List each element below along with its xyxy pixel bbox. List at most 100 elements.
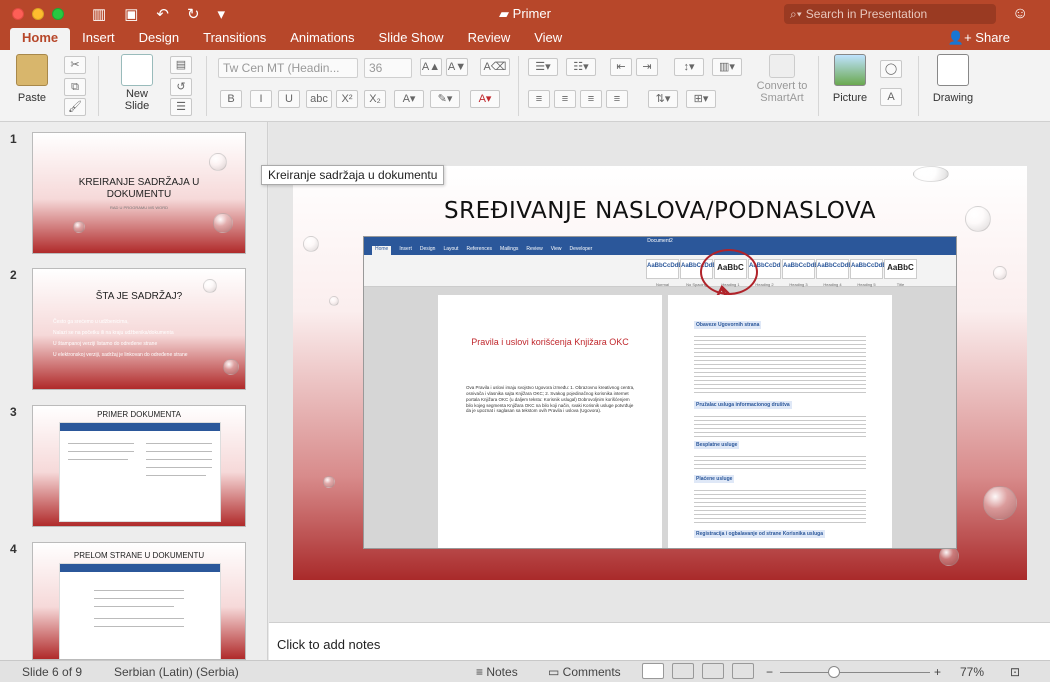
reading-view-button[interactable] xyxy=(702,663,724,679)
slide-thumbnails-panel[interactable]: 1 KREIRANJE SADRŽAJA U DOKUMENTU RAD U P… xyxy=(0,122,268,660)
search-input[interactable]: ⌕▾ Search in Presentation xyxy=(784,4,996,24)
doc-heading: Plaćene usluge xyxy=(694,475,735,483)
text-box-icon[interactable]: A xyxy=(880,88,902,106)
new-slide-button[interactable]: New Slide xyxy=(112,54,162,112)
powerpoint-icon: ▰ xyxy=(499,6,513,21)
format-painter-icon[interactable]: 🖌 xyxy=(64,98,86,116)
slide-editor[interactable]: SREĐIVANJE NASLOVA/PODNASLOVA Document2 … xyxy=(269,122,1050,622)
separator xyxy=(98,56,99,116)
doc-text-lines xyxy=(694,453,866,471)
decrease-font-icon[interactable]: A▼ xyxy=(446,58,468,76)
doc-heading: Registracija i ogbalavanje od strane Kor… xyxy=(694,530,825,538)
drawing-button[interactable]: Drawing xyxy=(928,54,978,104)
word-doc-title: Document2 xyxy=(647,238,673,244)
zoom-level[interactable]: 77% xyxy=(960,665,984,679)
layout-icon[interactable]: ▤ xyxy=(170,56,192,74)
highlight-icon[interactable]: ✎▾ xyxy=(430,90,460,108)
font-size-select[interactable]: 36 xyxy=(364,58,412,78)
bold-button[interactable]: B xyxy=(220,90,242,108)
tab-slide-show[interactable]: Slide Show xyxy=(367,28,456,50)
font-color-icon[interactable]: A▾ xyxy=(470,90,500,108)
reset-icon[interactable]: ↺ xyxy=(170,78,192,96)
superscript-button[interactable]: X² xyxy=(336,90,358,108)
maximize-window-button[interactable] xyxy=(52,8,64,20)
save-icon[interactable]: ▣ xyxy=(124,5,138,23)
word-style-heading-5: AaBbCcDdEe xyxy=(850,259,890,279)
thumbnail-title: PRIMER DOKUMENTA xyxy=(97,410,181,419)
copy-icon[interactable]: ⧉ xyxy=(64,78,86,96)
slide-show-view-button[interactable] xyxy=(732,663,754,679)
style-sample: AaBbC xyxy=(887,263,914,272)
text-effects-icon[interactable]: A▾ xyxy=(394,90,424,108)
notes-toggle-button[interactable]: ≡ Notes xyxy=(476,665,518,679)
align-center-icon[interactable]: ≡ xyxy=(554,90,576,108)
thumbnail-screenshot xyxy=(59,563,221,659)
tab-home[interactable]: Home xyxy=(10,28,71,50)
word-screenshot-image[interactable]: Document2 Home Insert Design Layout Refe… xyxy=(363,236,957,549)
redo-icon[interactable]: ↻ xyxy=(187,5,200,23)
underline-button[interactable]: U xyxy=(278,90,300,108)
slide-number: 3 xyxy=(10,405,17,419)
zoom-slider-handle[interactable] xyxy=(828,666,840,678)
strikethrough-button[interactable]: abc xyxy=(306,90,332,108)
new-slide-icon xyxy=(121,54,153,86)
picture-button[interactable]: Picture xyxy=(828,54,872,104)
shapes-icon[interactable]: ◯ xyxy=(880,60,902,78)
font-name-select[interactable]: Tw Cen MT (Headin... xyxy=(218,58,358,78)
tab-insert[interactable]: Insert xyxy=(70,28,127,50)
sidebar-toggle-icon[interactable]: ▥ xyxy=(92,5,106,23)
search-icon: ⌕▾ xyxy=(790,6,802,21)
word-page-right: Obaveze Ugovornih strana Pružalac usluga… xyxy=(668,295,892,548)
notes-pane[interactable]: Click to add notes xyxy=(269,622,1050,660)
word-titlebar xyxy=(60,564,220,572)
close-window-button[interactable] xyxy=(12,8,24,20)
slide-thumbnail-4[interactable]: PRELOM STRANE U DOKUMENTU xyxy=(32,542,246,660)
feedback-smiley-icon[interactable]: ☺ xyxy=(1012,5,1028,23)
add-person-icon: 👤+ xyxy=(947,30,976,45)
align-left-icon[interactable]: ≡ xyxy=(528,90,550,108)
clear-format-icon[interactable]: A⌫ xyxy=(480,58,510,76)
zoom-in-icon[interactable]: + xyxy=(934,665,941,679)
normal-view-button[interactable] xyxy=(642,663,664,679)
tab-transitions[interactable]: Transitions xyxy=(191,28,278,50)
water-drop xyxy=(73,221,85,233)
tab-animations[interactable]: Animations xyxy=(278,28,366,50)
convert-smartart-button[interactable]: Convert to SmartArt xyxy=(752,54,812,104)
numbering-icon[interactable]: ☷▾ xyxy=(566,58,596,76)
tab-review[interactable]: Review xyxy=(456,28,523,50)
line-spacing-icon[interactable]: ↕▾ xyxy=(674,58,704,76)
slide-thumbnail-3[interactable]: PRIMER DOKUMENTA xyxy=(32,405,246,527)
align-right-icon[interactable]: ≡ xyxy=(580,90,602,108)
doc-body-text: Ova Pravila i uslovi imaju svojstvo Ugov… xyxy=(466,385,635,414)
align-text-icon[interactable]: ⊞▾ xyxy=(686,90,716,108)
text-direction-icon[interactable]: ⇅▾ xyxy=(648,90,678,108)
cut-icon[interactable]: ✂ xyxy=(64,56,86,74)
slide-thumbnail-2[interactable]: ŠTA JE SADRŽAJ? Često ga srećemo u udžbe… xyxy=(32,268,246,390)
increase-font-icon[interactable]: A▲ xyxy=(420,58,442,76)
slide-thumbnail-1[interactable]: KREIRANJE SADRŽAJA U DOKUMENTU RAD U PRO… xyxy=(32,132,246,254)
language-indicator[interactable]: Serbian (Latin) (Serbia) xyxy=(114,665,239,679)
bullets-icon[interactable]: ☰▾ xyxy=(528,58,558,76)
water-drop xyxy=(303,236,319,252)
section-icon[interactable]: ☰ xyxy=(170,98,192,116)
comments-toggle-button[interactable]: ▭ Comments xyxy=(548,665,621,679)
paste-button[interactable]: Paste xyxy=(10,54,54,104)
undo-icon[interactable]: ↶ xyxy=(156,5,169,23)
share-button[interactable]: 👤+ Share xyxy=(948,28,1010,48)
subscript-button[interactable]: X₂ xyxy=(364,90,386,108)
tab-view[interactable]: View xyxy=(522,28,574,50)
slide-sorter-view-button[interactable] xyxy=(672,663,694,679)
tab-design[interactable]: Design xyxy=(127,28,191,50)
current-slide[interactable]: SREĐIVANJE NASLOVA/PODNASLOVA Document2 … xyxy=(293,166,1027,580)
italic-button[interactable]: I xyxy=(250,90,272,108)
justify-icon[interactable]: ≡ xyxy=(606,90,628,108)
minimize-window-button[interactable] xyxy=(32,8,44,20)
decrease-indent-icon[interactable]: ⇤ xyxy=(610,58,632,76)
fit-to-window-icon[interactable]: ⊡ xyxy=(1010,665,1020,679)
columns-icon[interactable]: ▥▾ xyxy=(712,58,742,76)
customize-toolbar-icon[interactable]: ▾ xyxy=(218,5,226,23)
zoom-out-icon[interactable]: − xyxy=(766,665,773,679)
increase-indent-icon[interactable]: ⇥ xyxy=(636,58,658,76)
zoom-slider[interactable] xyxy=(780,672,930,673)
slide-title[interactable]: SREĐIVANJE NASLOVA/PODNASLOVA xyxy=(293,198,1027,224)
